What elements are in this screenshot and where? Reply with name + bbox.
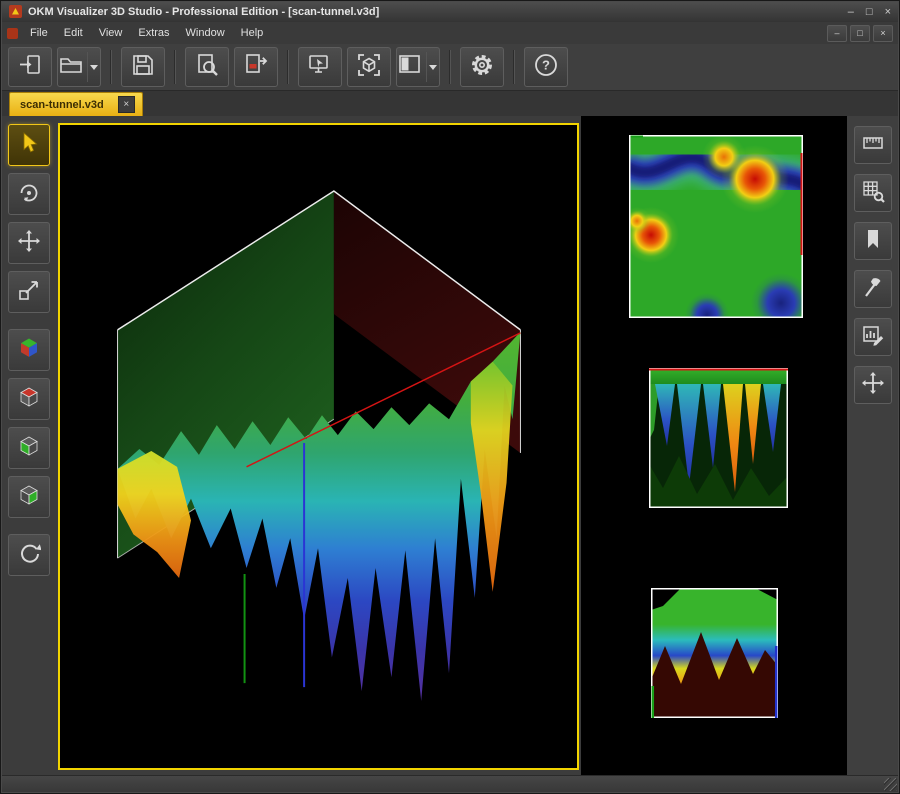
resize-icon	[17, 278, 41, 307]
window-layout-button[interactable]	[396, 47, 440, 87]
toolbar-separator	[287, 50, 289, 84]
document-icon	[7, 28, 18, 39]
menu-edit[interactable]: Edit	[56, 24, 91, 42]
scale-tool-button[interactable]	[8, 271, 50, 313]
view-3d-button[interactable]	[347, 47, 391, 87]
window-layout-dropdown[interactable]	[426, 52, 439, 82]
side-view-left-button[interactable]	[8, 427, 50, 469]
cube-red-top-icon	[17, 385, 41, 414]
screenshot-icon	[307, 52, 333, 83]
export-pdf-button[interactable]	[234, 47, 278, 87]
close-button[interactable]: ×	[885, 6, 891, 18]
folder-open-icon	[58, 52, 84, 83]
pdf-export-icon	[243, 52, 269, 83]
help-button[interactable]: ?	[524, 47, 568, 87]
side-profile-view[interactable]	[649, 368, 788, 508]
orbit-rotate-icon	[17, 180, 41, 209]
select-tool-button[interactable]	[8, 124, 50, 166]
toolbar-separator	[449, 50, 451, 84]
bookmark-button[interactable]	[854, 222, 892, 260]
tab-close-button[interactable]: ×	[118, 96, 135, 113]
print-preview-button[interactable]	[185, 47, 229, 87]
gear-icon	[469, 52, 495, 83]
toolbar-separator	[110, 50, 112, 84]
status-bar	[1, 775, 899, 793]
depth-ruler-button[interactable]	[854, 126, 892, 164]
menu-extras[interactable]: Extras	[130, 24, 177, 42]
mdi-restore-button[interactable]: □	[850, 25, 870, 42]
ruler-icon	[861, 131, 885, 160]
import-icon	[17, 52, 43, 83]
preview-magnifier-icon	[194, 52, 220, 83]
title-bar[interactable]: OKM Visualizer 3D Studio - Professional …	[1, 1, 899, 22]
reset-rotate-icon	[17, 541, 41, 570]
save-file-button[interactable]	[121, 47, 165, 87]
main-toolbar: ?	[1, 44, 899, 91]
grid-zoom-button[interactable]	[854, 174, 892, 212]
layout-panels-icon	[397, 52, 423, 83]
resize-grip[interactable]	[884, 778, 897, 791]
toolbar-separator	[174, 50, 176, 84]
cursor-icon	[17, 131, 41, 160]
menu-help[interactable]: Help	[233, 24, 272, 42]
open-file-button[interactable]	[57, 47, 101, 87]
cube-green-front-icon	[17, 483, 41, 512]
settings-button[interactable]	[460, 47, 504, 87]
tab-label: scan-tunnel.v3d	[20, 99, 104, 111]
reset-rotation-button[interactable]	[8, 534, 50, 576]
thumbnail-panel	[581, 116, 849, 776]
rotate-tool-button[interactable]	[8, 173, 50, 215]
screen-capture-button[interactable]	[298, 47, 342, 87]
floppy-save-icon	[130, 52, 156, 83]
report-edit-button[interactable]	[854, 318, 892, 356]
cube-green-left-icon	[17, 434, 41, 463]
main-3d-view[interactable]	[58, 123, 579, 770]
help-icon: ?	[533, 52, 559, 83]
side-view-front-button[interactable]	[8, 476, 50, 518]
left-tool-panel	[1, 116, 57, 776]
workspace	[1, 116, 899, 776]
mdi-minimize-button[interactable]: –	[827, 25, 847, 42]
move-arrows-icon	[861, 371, 885, 400]
cube-brackets-icon	[356, 52, 382, 83]
svg-text:?: ?	[542, 57, 550, 72]
maximize-button[interactable]: □	[866, 6, 873, 18]
axe-icon	[861, 275, 885, 304]
menu-bar: File Edit View Extras Window Help – □ ×	[1, 22, 899, 45]
pan-tool-button[interactable]	[8, 222, 50, 264]
import-data-button[interactable]	[8, 47, 52, 87]
document-tab-bar: scan-tunnel.v3d ×	[1, 91, 899, 116]
tools-button[interactable]	[854, 270, 892, 308]
chart-pen-icon	[861, 323, 885, 352]
tab-scan-tunnel[interactable]: scan-tunnel.v3d ×	[9, 92, 143, 116]
open-file-dropdown[interactable]	[87, 52, 100, 82]
minimize-button[interactable]: –	[848, 6, 854, 18]
top-view-heatmap[interactable]	[629, 135, 803, 318]
mdi-close-button[interactable]: ×	[873, 25, 893, 42]
grid-magnifier-icon	[861, 179, 885, 208]
toolbar-separator	[513, 50, 515, 84]
top-view-button[interactable]	[8, 378, 50, 420]
menu-window[interactable]: Window	[178, 24, 233, 42]
colored-cube-view-button[interactable]	[8, 329, 50, 371]
move-arrows-icon	[17, 229, 41, 258]
bookmark-icon	[861, 227, 885, 256]
menu-view[interactable]: View	[91, 24, 131, 42]
app-icon	[9, 5, 22, 18]
colored-cube-icon	[17, 336, 41, 365]
menu-file[interactable]: File	[22, 24, 56, 42]
move-view-button[interactable]	[854, 366, 892, 404]
window-title: OKM Visualizer 3D Studio - Professional …	[28, 6, 379, 18]
front-profile-view[interactable]	[651, 588, 778, 718]
right-tool-panel	[847, 116, 899, 776]
